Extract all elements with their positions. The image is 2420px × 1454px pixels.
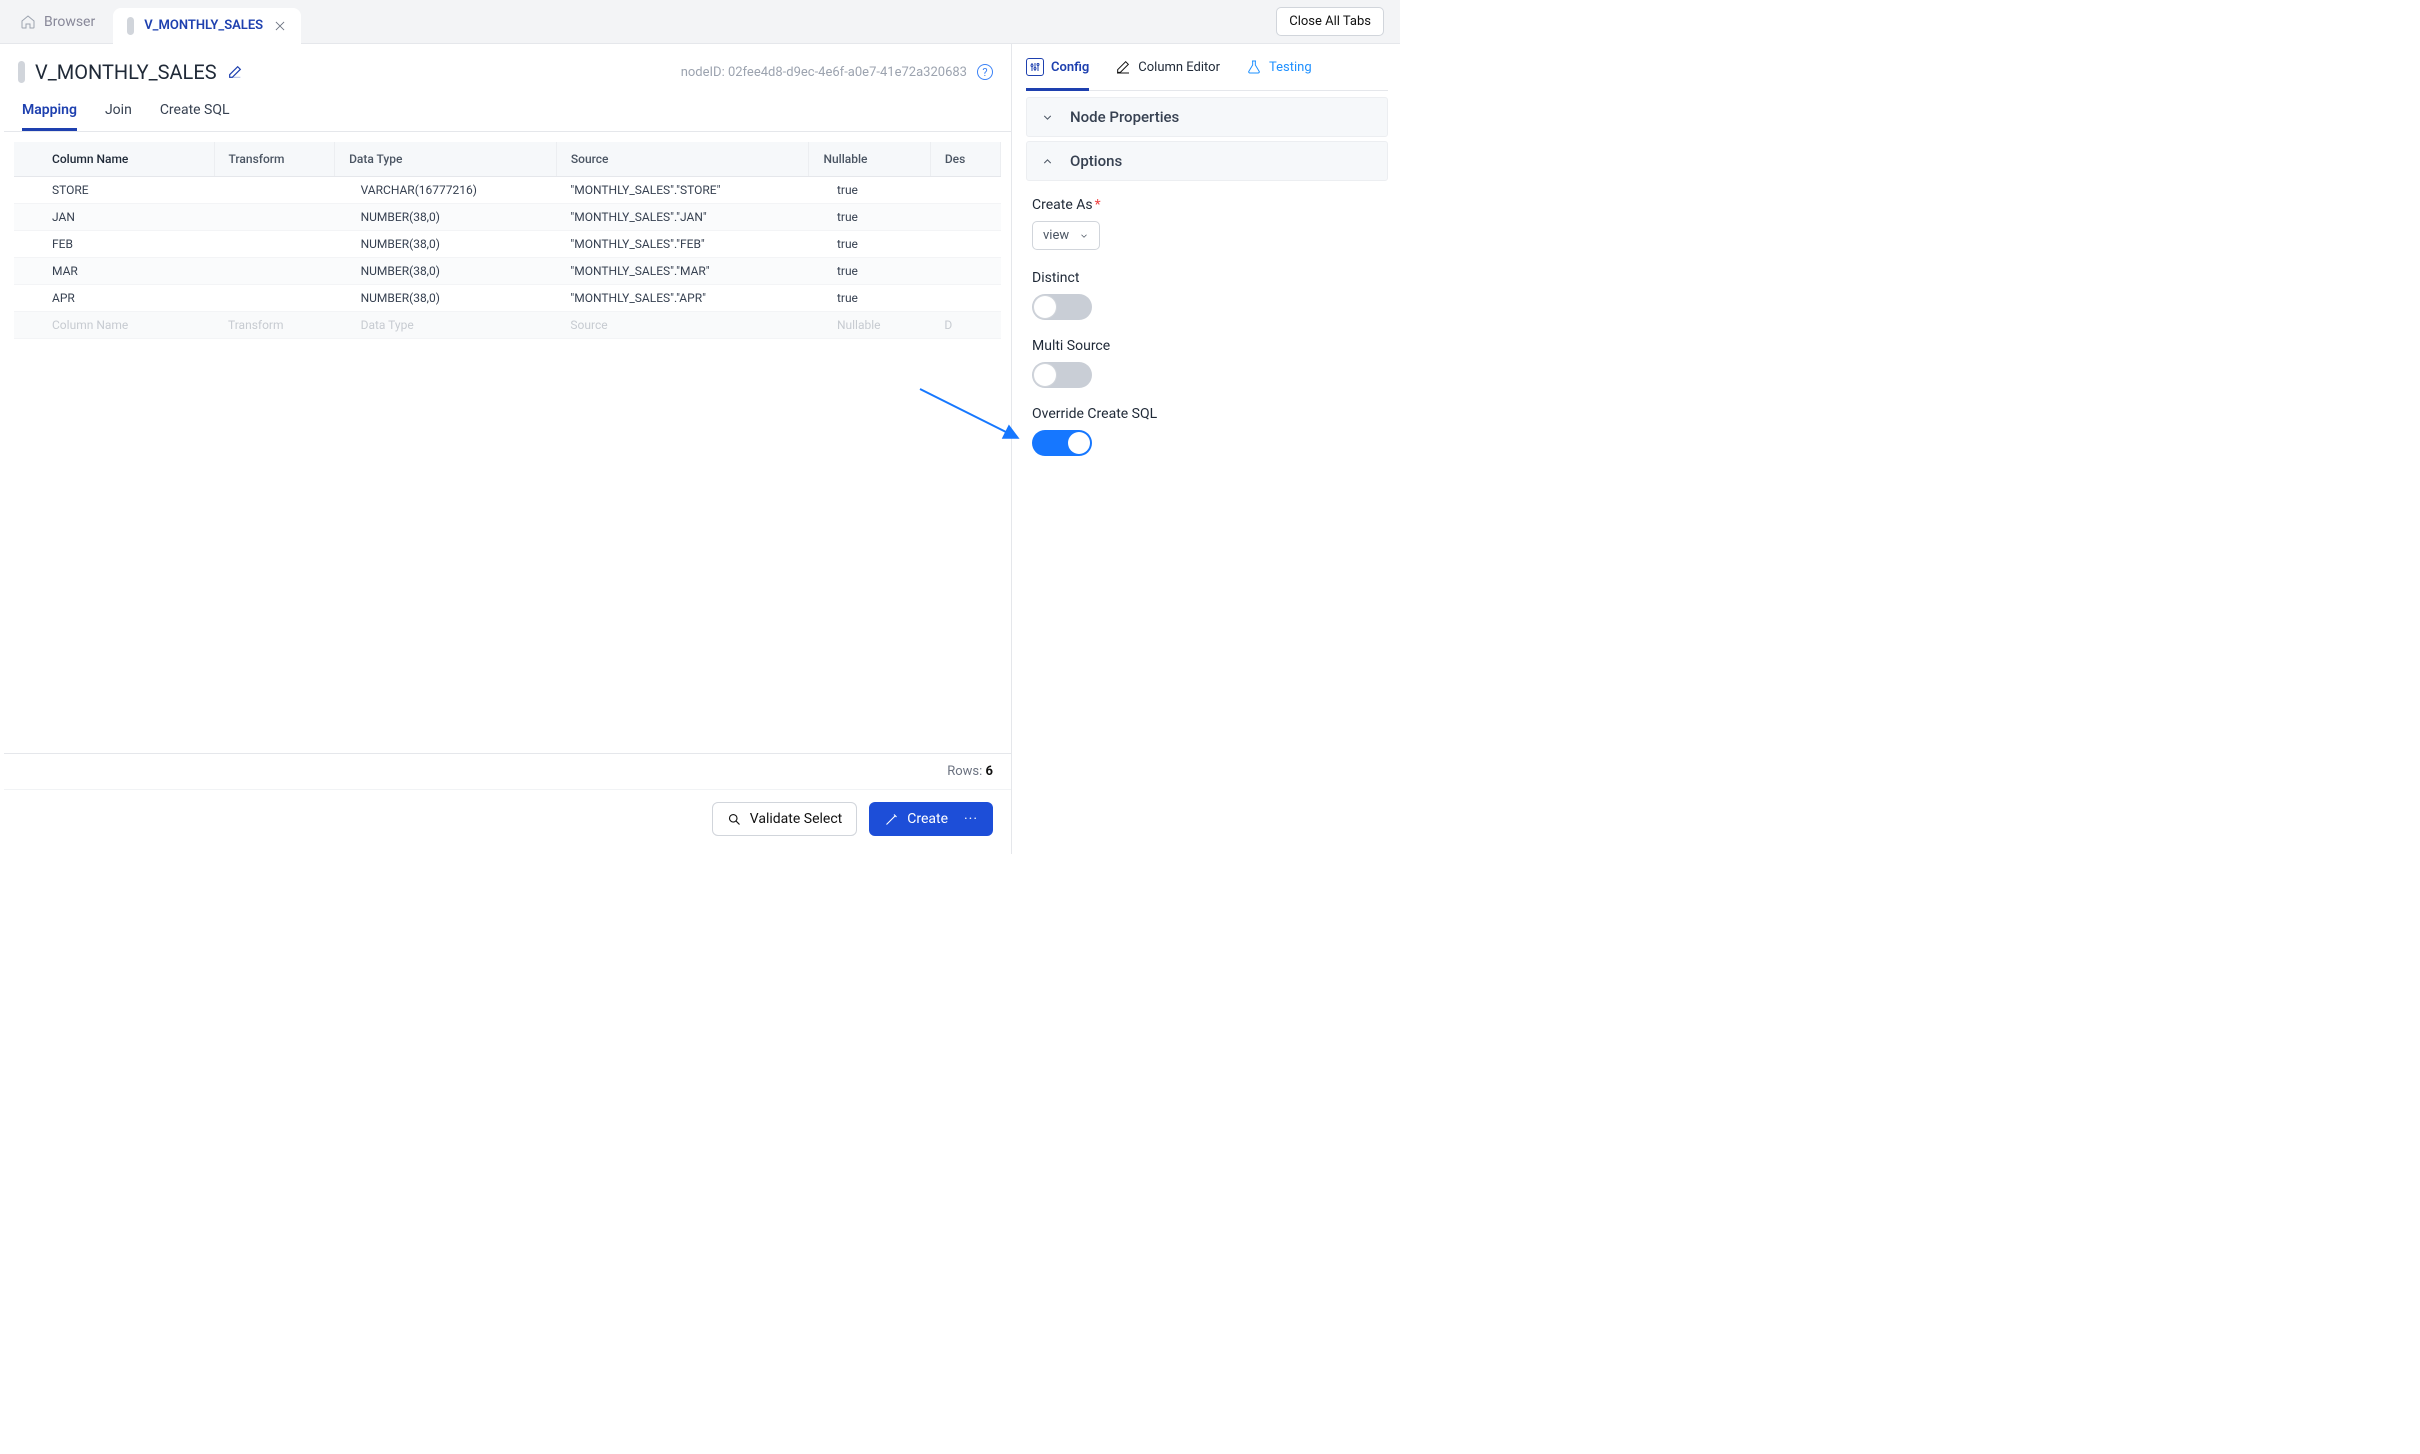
chevron-down-icon <box>1079 231 1089 241</box>
multisource-label: Multi Source <box>1032 338 1382 354</box>
node-id: nodeID: 02fee4d8-d9ec-4e6f-a0e7-41e72a32… <box>681 65 967 80</box>
distinct-toggle[interactable] <box>1032 294 1092 320</box>
side-tab-testing[interactable]: Testing <box>1246 59 1312 90</box>
tab-mapping[interactable]: Mapping <box>22 96 77 131</box>
create-as-dropdown[interactable]: view <box>1032 221 1100 250</box>
edit-icon[interactable] <box>227 64 243 80</box>
th-descrip[interactable]: Des <box>930 142 1000 177</box>
th-data-type[interactable]: Data Type <box>335 142 557 177</box>
chevron-down-icon <box>1041 111 1054 124</box>
tab-icon <box>127 17 134 35</box>
create-button[interactable]: Create ··· <box>869 802 993 836</box>
table-row[interactable]: JANNUMBER(38,0)"MONTHLY_SALES"."JAN"true <box>14 204 1001 231</box>
section-node-properties[interactable]: Node Properties <box>1026 97 1388 137</box>
close-icon[interactable] <box>273 19 287 33</box>
magnifier-icon <box>727 812 742 827</box>
th-column-name[interactable]: Column Name <box>14 142 214 177</box>
browser-link[interactable]: Browser <box>0 14 107 30</box>
rows-count: Rows: 6 <box>4 753 1011 789</box>
create-as-label: Create As* <box>1032 197 1382 213</box>
chevron-up-icon <box>1041 155 1054 168</box>
wand-icon <box>884 812 899 827</box>
browser-label: Browser <box>44 14 95 30</box>
node-type-icon <box>18 61 25 83</box>
section-options[interactable]: Options <box>1026 141 1388 181</box>
table-row[interactable]: FEBNUMBER(38,0)"MONTHLY_SALES"."FEB"true <box>14 231 1001 258</box>
th-transform[interactable]: Transform <box>214 142 335 177</box>
side-tab-config[interactable]: Config <box>1026 58 1089 91</box>
tab-join[interactable]: Join <box>105 96 132 131</box>
distinct-label: Distinct <box>1032 270 1382 286</box>
table-row[interactable]: STOREVARCHAR(16777216)"MONTHLY_SALES"."S… <box>14 177 1001 204</box>
th-source[interactable]: Source <box>556 142 809 177</box>
help-icon[interactable]: ? <box>977 64 993 80</box>
tab-title: V_MONTHLY_SALES <box>144 18 263 33</box>
side-tab-column-editor[interactable]: Column Editor <box>1115 59 1220 90</box>
tab-create-sql[interactable]: Create SQL <box>160 96 230 131</box>
th-nullable[interactable]: Nullable <box>809 142 930 177</box>
override-create-sql-toggle[interactable] <box>1032 430 1092 456</box>
page-title: V_MONTHLY_SALES <box>35 60 217 84</box>
multisource-toggle[interactable] <box>1032 362 1092 388</box>
create-more-icon[interactable]: ··· <box>956 811 978 827</box>
tab-v-monthly-sales[interactable]: V_MONTHLY_SALES <box>113 8 301 44</box>
sliders-icon <box>1026 58 1044 76</box>
close-all-tabs-button[interactable]: Close All Tabs <box>1276 7 1384 36</box>
override-create-sql-label: Override Create SQL <box>1032 406 1382 422</box>
table-row-placeholder[interactable]: Column NameTransformData TypeSourceNulla… <box>14 312 1001 339</box>
table-row[interactable]: APRNUMBER(38,0)"MONTHLY_SALES"."APR"true <box>14 285 1001 312</box>
flask-icon <box>1246 59 1262 75</box>
validate-select-button[interactable]: Validate Select <box>712 802 857 836</box>
home-icon <box>20 14 36 30</box>
table-row[interactable]: MARNUMBER(38,0)"MONTHLY_SALES"."MAR"true <box>14 258 1001 285</box>
pencil-icon <box>1115 59 1131 75</box>
